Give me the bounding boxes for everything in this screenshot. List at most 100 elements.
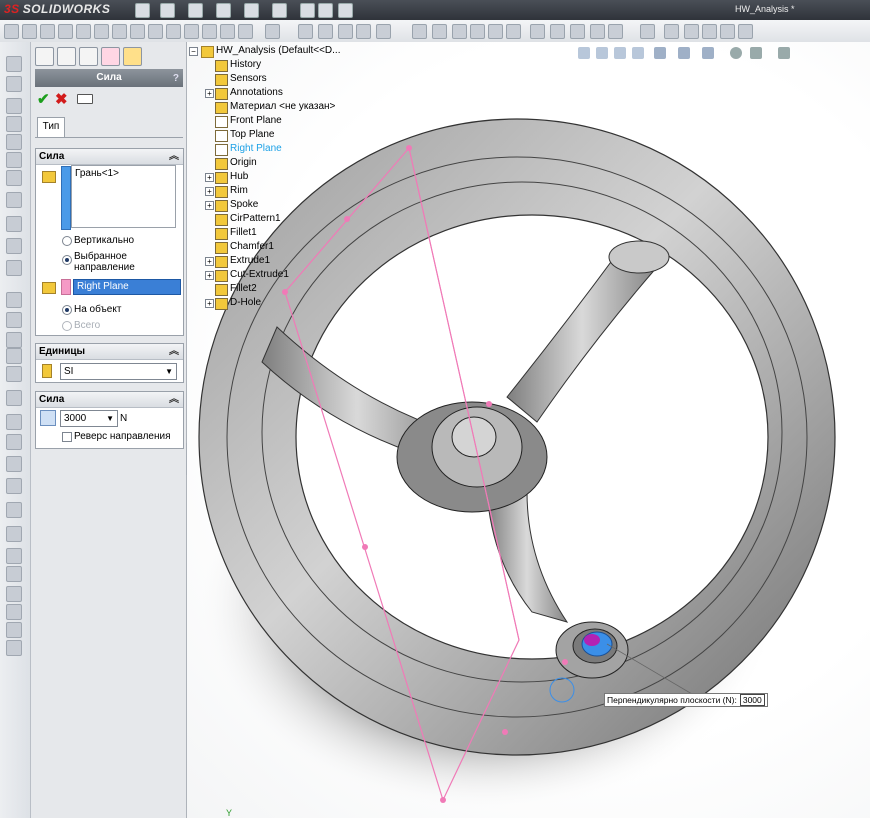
feature-manager-tab-icon[interactable] — [35, 47, 54, 66]
radio-vertical[interactable] — [62, 236, 72, 246]
spline-icon[interactable] — [550, 24, 565, 39]
radio-per-object[interactable] — [62, 305, 72, 315]
centerline-icon[interactable] — [318, 24, 333, 39]
sketch-picture-icon[interactable] — [6, 456, 22, 472]
note-icon[interactable] — [94, 24, 109, 39]
faces-list-item[interactable]: Грань<1> — [75, 168, 172, 179]
new-document-icon[interactable] — [135, 3, 150, 18]
circular-pattern-icon[interactable] — [6, 76, 22, 92]
unit-system-select[interactable]: SI ▼ — [60, 363, 177, 380]
solidworks-logo[interactable]: 3S SOLIDWORKS — [4, 2, 110, 16]
configuration-manager-tab-icon[interactable] — [79, 47, 98, 66]
wrap-icon[interactable] — [6, 170, 22, 186]
edit-appearance-icon[interactable] — [730, 47, 742, 59]
mold-tools-icon[interactable] — [6, 586, 22, 602]
radio-total[interactable] — [62, 321, 72, 331]
block-icon[interactable] — [298, 24, 313, 39]
zoom-to-area-icon[interactable] — [596, 47, 608, 59]
expand-icon[interactable]: + — [205, 173, 214, 182]
datum-feature-icon[interactable] — [184, 24, 199, 39]
curves-icon[interactable] — [6, 216, 22, 232]
relation-icon[interactable] — [488, 24, 503, 39]
view-orientation-icon[interactable] — [654, 47, 666, 59]
boss-extrude-icon[interactable] — [640, 24, 655, 39]
extend-icon[interactable] — [6, 348, 22, 364]
auto-balloon-icon[interactable] — [130, 24, 145, 39]
move-entities-icon[interactable] — [6, 366, 22, 382]
expand-icon[interactable]: + — [205, 271, 214, 280]
convert-entities-icon[interactable] — [608, 24, 623, 39]
surfaces-icon[interactable] — [6, 604, 22, 620]
center-mark-icon[interactable] — [338, 24, 353, 39]
faces-list[interactable]: Грань<1> — [71, 165, 176, 228]
ok-check-icon[interactable]: ✔ — [37, 90, 50, 108]
rib-icon[interactable] — [6, 134, 22, 150]
rapid-sketch-icon[interactable] — [530, 24, 545, 39]
display-style-icon[interactable] — [678, 47, 690, 59]
loft-icon[interactable] — [720, 24, 735, 39]
split-line-icon[interactable] — [6, 260, 22, 276]
apply-scene-icon[interactable] — [750, 47, 762, 59]
expand-icon[interactable]: + — [205, 257, 214, 266]
property-manager-tab-icon[interactable] — [57, 47, 76, 66]
sketch-chamfer-icon[interactable] — [6, 312, 22, 328]
collapse-chevron-icon[interactable]: ︽ — [169, 392, 179, 407]
sketch-icon[interactable] — [470, 24, 485, 39]
simulation-icon[interactable] — [6, 622, 22, 638]
open-document-icon[interactable] — [160, 3, 175, 18]
dome-icon[interactable] — [6, 152, 22, 168]
offset-icon[interactable] — [590, 24, 605, 39]
help-icon[interactable]: ? — [173, 70, 179, 88]
shell-icon[interactable] — [738, 24, 753, 39]
previous-view-icon[interactable] — [614, 47, 626, 59]
undo-icon[interactable] — [244, 3, 259, 18]
reverse-direction-checkbox[interactable] — [62, 432, 72, 442]
balloon-icon[interactable] — [112, 24, 127, 39]
mirror-feature-icon[interactable] — [6, 98, 22, 114]
model-items-icon[interactable] — [40, 24, 55, 39]
cut-extrude-icon[interactable] — [664, 24, 679, 39]
surface-finish-icon[interactable] — [148, 24, 163, 39]
area-hatch-icon[interactable] — [356, 24, 371, 39]
fillet-sketch-icon[interactable] — [570, 24, 585, 39]
expand-icon[interactable]: + — [205, 89, 214, 98]
display-relations-icon[interactable] — [6, 478, 22, 494]
pushpin-icon[interactable] — [77, 94, 93, 104]
collapse-chevron-icon[interactable]: ︽ — [169, 344, 179, 359]
print-icon[interactable] — [216, 3, 231, 18]
sketch-fillet-icon[interactable] — [6, 292, 22, 308]
draft-icon[interactable] — [6, 116, 22, 132]
weld-symbol-icon[interactable] — [166, 24, 181, 39]
copy-entities-icon[interactable] — [6, 434, 22, 450]
expand-icon[interactable]: + — [205, 201, 214, 210]
abc-icon[interactable] — [4, 24, 19, 39]
revision-cloud-icon[interactable] — [238, 24, 253, 39]
sheet-metal-icon[interactable] — [6, 566, 22, 582]
spell-check-icon[interactable] — [58, 24, 73, 39]
linear-pattern-icon[interactable] — [6, 56, 22, 72]
mirror-icon[interactable] — [506, 24, 521, 39]
smart-dimension-icon[interactable] — [22, 24, 37, 39]
expand-icon[interactable]: + — [205, 299, 214, 308]
rebuild-icon[interactable] — [300, 3, 315, 18]
collapse-chevron-icon[interactable]: ︽ — [169, 149, 179, 164]
rotate-entities-icon[interactable] — [6, 390, 22, 406]
hide-icon[interactable] — [376, 24, 391, 39]
zoom-to-fit-icon[interactable] — [578, 47, 590, 59]
section-view-icon[interactable] — [632, 47, 644, 59]
save-icon[interactable] — [188, 3, 203, 18]
line-icon[interactable] — [412, 24, 427, 39]
radio-selected-direction[interactable] — [62, 255, 72, 265]
collapse-icon[interactable]: − — [189, 47, 198, 56]
construction-line-icon[interactable] — [432, 24, 447, 39]
trim-icon[interactable] — [6, 332, 22, 348]
datum-target-icon[interactable] — [202, 24, 217, 39]
display-manager-tab-icon[interactable] — [123, 47, 142, 66]
direction-reference-field[interactable]: Right Plane — [73, 279, 181, 295]
force-group-header[interactable]: Сила ︽ — [36, 149, 183, 165]
hide-show-items-icon[interactable] — [702, 47, 714, 59]
hole-callout-icon[interactable] — [220, 24, 235, 39]
reference-geometry-icon[interactable] — [6, 192, 22, 208]
repair-sketch-icon[interactable] — [6, 502, 22, 518]
view-settings-icon[interactable] — [778, 47, 790, 59]
